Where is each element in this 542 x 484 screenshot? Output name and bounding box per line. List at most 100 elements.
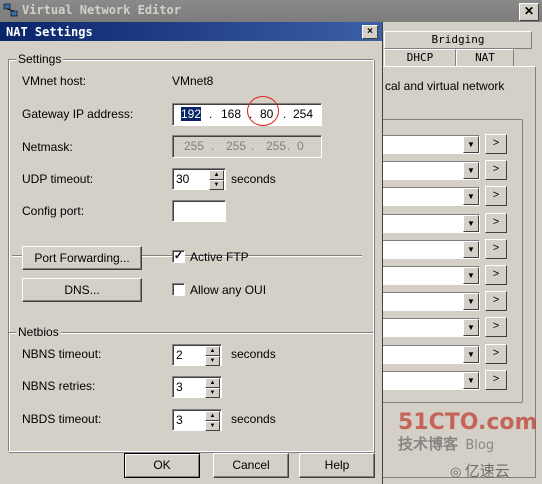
background-config-button[interactable]: > — [485, 343, 507, 364]
spin-down-icon[interactable]: ▼ — [205, 421, 220, 431]
netmask-octet-4: 0 — [297, 139, 304, 153]
background-config-button[interactable]: > — [485, 134, 507, 154]
dropdown-arrow-icon[interactable]: ▼ — [463, 319, 479, 337]
config-port-label: Config port: — [22, 204, 85, 218]
nbns-retries-input[interactable]: 3 ▲ ▼ — [172, 376, 222, 398]
netmask-field: 255 . 255 . 255 . 0 — [172, 135, 322, 158]
nbds-timeout-input[interactable]: 3 ▲ ▼ — [172, 409, 222, 431]
octet-dot: . — [287, 139, 291, 153]
gateway-octet-1: 192 — [181, 107, 202, 121]
netbios-legend: Netbios — [16, 325, 61, 339]
background-config-button[interactable]: > — [485, 291, 507, 312]
close-button[interactable]: × — [362, 25, 378, 39]
background-config-button[interactable]: > — [485, 212, 507, 233]
dropdown-arrow-icon[interactable]: ▼ — [463, 267, 479, 284]
watermark-line3: Blog — [465, 438, 495, 453]
background-combo[interactable]: ▼ — [378, 135, 480, 154]
dropdown-arrow-icon[interactable]: ▼ — [463, 240, 479, 258]
dropdown-arrow-icon[interactable]: ▼ — [463, 345, 479, 363]
background-title-bar: Virtual Network Editor ✕ — [0, 0, 542, 22]
background-combo[interactable]: ▼ — [378, 370, 480, 390]
background-close-button[interactable]: ✕ — [519, 3, 539, 21]
background-combo[interactable]: ▼ — [378, 187, 480, 207]
tab-bridging[interactable]: Bridging — [384, 31, 532, 49]
watermark-brand-row: ◎ 亿速云 — [450, 460, 510, 481]
background-config-button[interactable]: > — [485, 186, 507, 207]
dropdown-arrow-icon[interactable]: ▼ — [463, 136, 479, 153]
dropdown-arrow-icon[interactable]: ▼ — [463, 371, 479, 389]
nbns-retries-spinner[interactable]: ▲ ▼ — [205, 378, 220, 398]
active-ftp-checkbox[interactable]: ✓ — [172, 250, 185, 263]
watermark-brand: 亿速云 — [464, 462, 510, 480]
tab-nat[interactable]: NAT — [456, 49, 514, 67]
octet-dot: . — [251, 139, 255, 153]
netmask-octet-2: 255 — [226, 139, 247, 153]
octet-dot: . — [209, 107, 213, 121]
port-forwarding-button[interactable]: Port Forwarding... — [22, 246, 142, 270]
dropdown-arrow-icon[interactable]: ▼ — [463, 188, 479, 206]
udp-timeout-value: 30 — [176, 172, 190, 186]
vmnet-host-label: VMnet host: — [22, 74, 87, 88]
nbds-timeout-unit: seconds — [231, 412, 276, 426]
watermark-line2: 技术博客 — [398, 435, 459, 453]
dns-button[interactable]: DNS... — [22, 278, 142, 302]
tab-dhcp[interactable]: DHCP — [384, 49, 456, 67]
background-config-button[interactable]: > — [485, 317, 507, 338]
help-button[interactable]: Help — [299, 453, 375, 478]
allow-any-oui-checkbox[interactable] — [172, 283, 185, 296]
udp-timeout-unit: seconds — [231, 172, 276, 186]
background-combo[interactable]: ▼ — [378, 161, 480, 181]
checkmark-icon: ✓ — [173, 250, 184, 262]
nbds-timeout-spinner[interactable]: ▲ ▼ — [205, 411, 220, 431]
spin-down-icon[interactable]: ▼ — [205, 388, 220, 398]
background-combo[interactable]: ▼ — [378, 292, 480, 312]
config-port-input[interactable] — [172, 200, 226, 222]
nbns-timeout-label: NBNS timeout: — [22, 347, 102, 361]
netmask-label: Netmask: — [22, 140, 73, 154]
settings-legend: Settings — [16, 52, 64, 66]
dropdown-arrow-icon[interactable]: ▼ — [463, 293, 479, 311]
allow-any-oui-label[interactable]: Allow any OUI — [190, 283, 266, 297]
spin-up-icon[interactable]: ▲ — [205, 378, 220, 388]
annotation-circle — [247, 96, 279, 126]
octet-dot: . — [283, 107, 287, 121]
dropdown-arrow-icon[interactable]: ▼ — [463, 162, 479, 180]
gateway-octet-2: 168 — [221, 107, 242, 121]
spin-up-icon[interactable]: ▲ — [205, 411, 220, 421]
watermark-line1: 51CTO.com — [398, 410, 538, 435]
ok-button[interactable]: OK — [124, 453, 200, 478]
watermark-line2-row: 技术博客 Blog — [398, 433, 537, 454]
background-combo[interactable]: ▼ — [378, 318, 480, 338]
background-combo[interactable]: ▼ — [378, 213, 480, 233]
gateway-ip-label: Gateway IP address: — [22, 107, 134, 121]
nbds-timeout-label: NBDS timeout: — [22, 412, 102, 426]
netmask-octet-3: 255 — [266, 139, 287, 153]
active-ftp-label[interactable]: Active FTP — [190, 250, 249, 264]
nat-settings-dialog: NAT Settings × Settings VMnet host: VMne… — [0, 22, 383, 484]
background-combo[interactable]: ▼ — [378, 344, 480, 364]
dropdown-arrow-icon[interactable]: ▼ — [463, 214, 479, 232]
nbns-timeout-spinner[interactable]: ▲ ▼ — [205, 346, 220, 366]
spin-up-icon[interactable]: ▲ — [209, 170, 224, 180]
cancel-button[interactable]: Cancel — [213, 453, 289, 478]
udp-timeout-spinner[interactable]: ▲ ▼ — [209, 170, 224, 190]
spin-down-icon[interactable]: ▼ — [205, 356, 220, 366]
background-combo[interactable]: ▼ — [378, 239, 480, 259]
gateway-octet-4: 254 — [293, 107, 314, 121]
background-config-button[interactable]: > — [485, 238, 507, 259]
spin-up-icon[interactable]: ▲ — [205, 346, 220, 356]
close-icon: × — [367, 26, 373, 37]
udp-timeout-input[interactable]: 30 ▲ ▼ — [172, 168, 226, 190]
dialog-title: NAT Settings — [6, 25, 93, 39]
octet-dot: . — [211, 139, 215, 153]
background-config-button[interactable]: > — [485, 160, 507, 181]
nbns-timeout-unit: seconds — [231, 347, 276, 361]
netmask-octet-1: 255 — [184, 139, 205, 153]
background-config-button[interactable]: > — [485, 265, 507, 285]
background-combo[interactable]: ▼ — [378, 266, 480, 285]
nbds-timeout-value: 3 — [176, 413, 183, 427]
background-description: cal and virtual network — [385, 79, 505, 93]
background-config-button[interactable]: > — [485, 369, 507, 390]
spin-down-icon[interactable]: ▼ — [209, 180, 224, 190]
nbns-timeout-input[interactable]: 2 ▲ ▼ — [172, 344, 222, 366]
